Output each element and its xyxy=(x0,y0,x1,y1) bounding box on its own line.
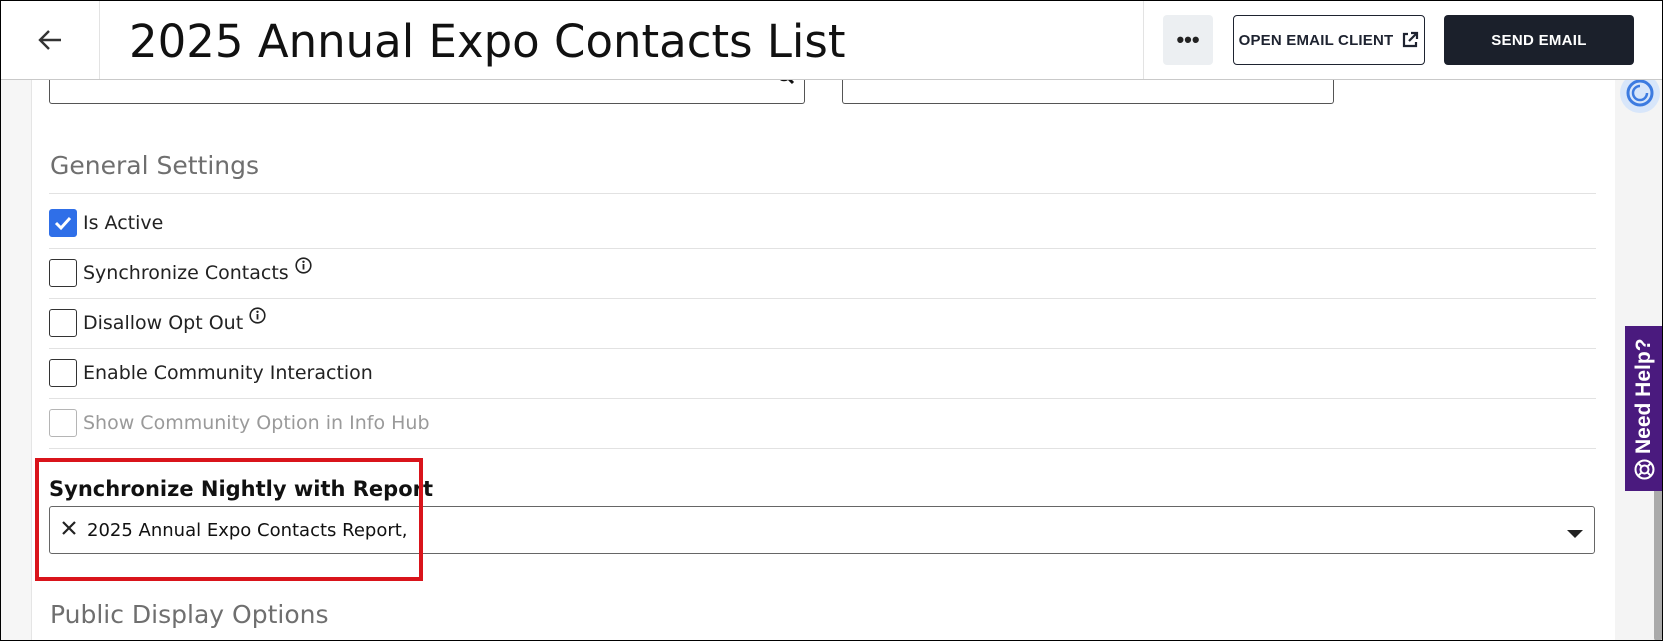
left-gutter xyxy=(1,79,31,640)
divider xyxy=(49,298,1596,299)
enable-community-interaction-label: Enable Community Interaction xyxy=(83,362,373,384)
checkbox-row-show-community-option: Show Community Option in Info Hub xyxy=(49,407,430,439)
info-icon[interactable] xyxy=(295,257,312,279)
disallow-opt-out-label: Disallow Opt Out xyxy=(83,312,244,334)
disallow-opt-out-checkbox[interactable] xyxy=(49,309,77,337)
divider xyxy=(49,448,1596,449)
need-help-label: Need Help? xyxy=(1632,338,1655,454)
header-divider xyxy=(1143,1,1144,79)
divider xyxy=(49,348,1596,349)
lifebuoy-icon xyxy=(1634,459,1655,485)
page-title: 2025 Annual Expo Contacts List xyxy=(129,15,846,68)
section-heading-general-settings: General Settings xyxy=(50,151,260,180)
checkbox-row-enable-community-interaction[interactable]: Enable Community Interaction xyxy=(49,357,373,389)
is-active-checkbox[interactable] xyxy=(49,209,77,237)
checkbox-row-disallow-opt-out[interactable]: Disallow Opt Out xyxy=(49,307,266,339)
show-community-option-label: Show Community Option in Info Hub xyxy=(83,412,430,434)
checkmark-icon xyxy=(54,216,72,231)
divider xyxy=(49,398,1596,399)
open-email-client-label: OPEN EMAIL CLIENT xyxy=(1238,31,1394,49)
is-active-label: Is Active xyxy=(83,212,164,234)
enable-community-interaction-checkbox[interactable] xyxy=(49,359,77,387)
chevron-down-icon[interactable] xyxy=(1566,526,1584,544)
show-community-option-checkbox xyxy=(49,409,77,437)
open-email-client-button[interactable]: OPEN EMAIL CLIENT xyxy=(1233,15,1425,65)
checkbox-row-synchronize-contacts[interactable]: Synchronize Contacts xyxy=(49,257,312,289)
divider xyxy=(49,193,1596,194)
highlight-annotation xyxy=(35,458,423,581)
synchronize-contacts-checkbox[interactable] xyxy=(49,259,77,287)
more-options-button[interactable]: ••• xyxy=(1163,15,1213,65)
app-window: General Settings Is Active Synchronize C… xyxy=(0,0,1663,641)
synchronize-contacts-label: Synchronize Contacts xyxy=(83,262,289,284)
divider xyxy=(49,248,1596,249)
need-help-tab[interactable]: Need Help? xyxy=(1625,326,1662,491)
arrow-left-icon xyxy=(38,30,61,50)
external-link-icon xyxy=(1403,31,1419,48)
send-email-button[interactable]: SEND EMAIL xyxy=(1444,15,1634,65)
checkbox-row-is-active[interactable]: Is Active xyxy=(49,207,163,239)
back-button[interactable] xyxy=(1,1,100,79)
scrollbar-thumb[interactable] xyxy=(1654,481,1662,640)
section-heading-public-display-options: Public Display Options xyxy=(50,600,329,629)
page-header: 2025 Annual Expo Contacts List ••• OPEN … xyxy=(1,1,1662,80)
info-icon[interactable] xyxy=(249,307,266,329)
